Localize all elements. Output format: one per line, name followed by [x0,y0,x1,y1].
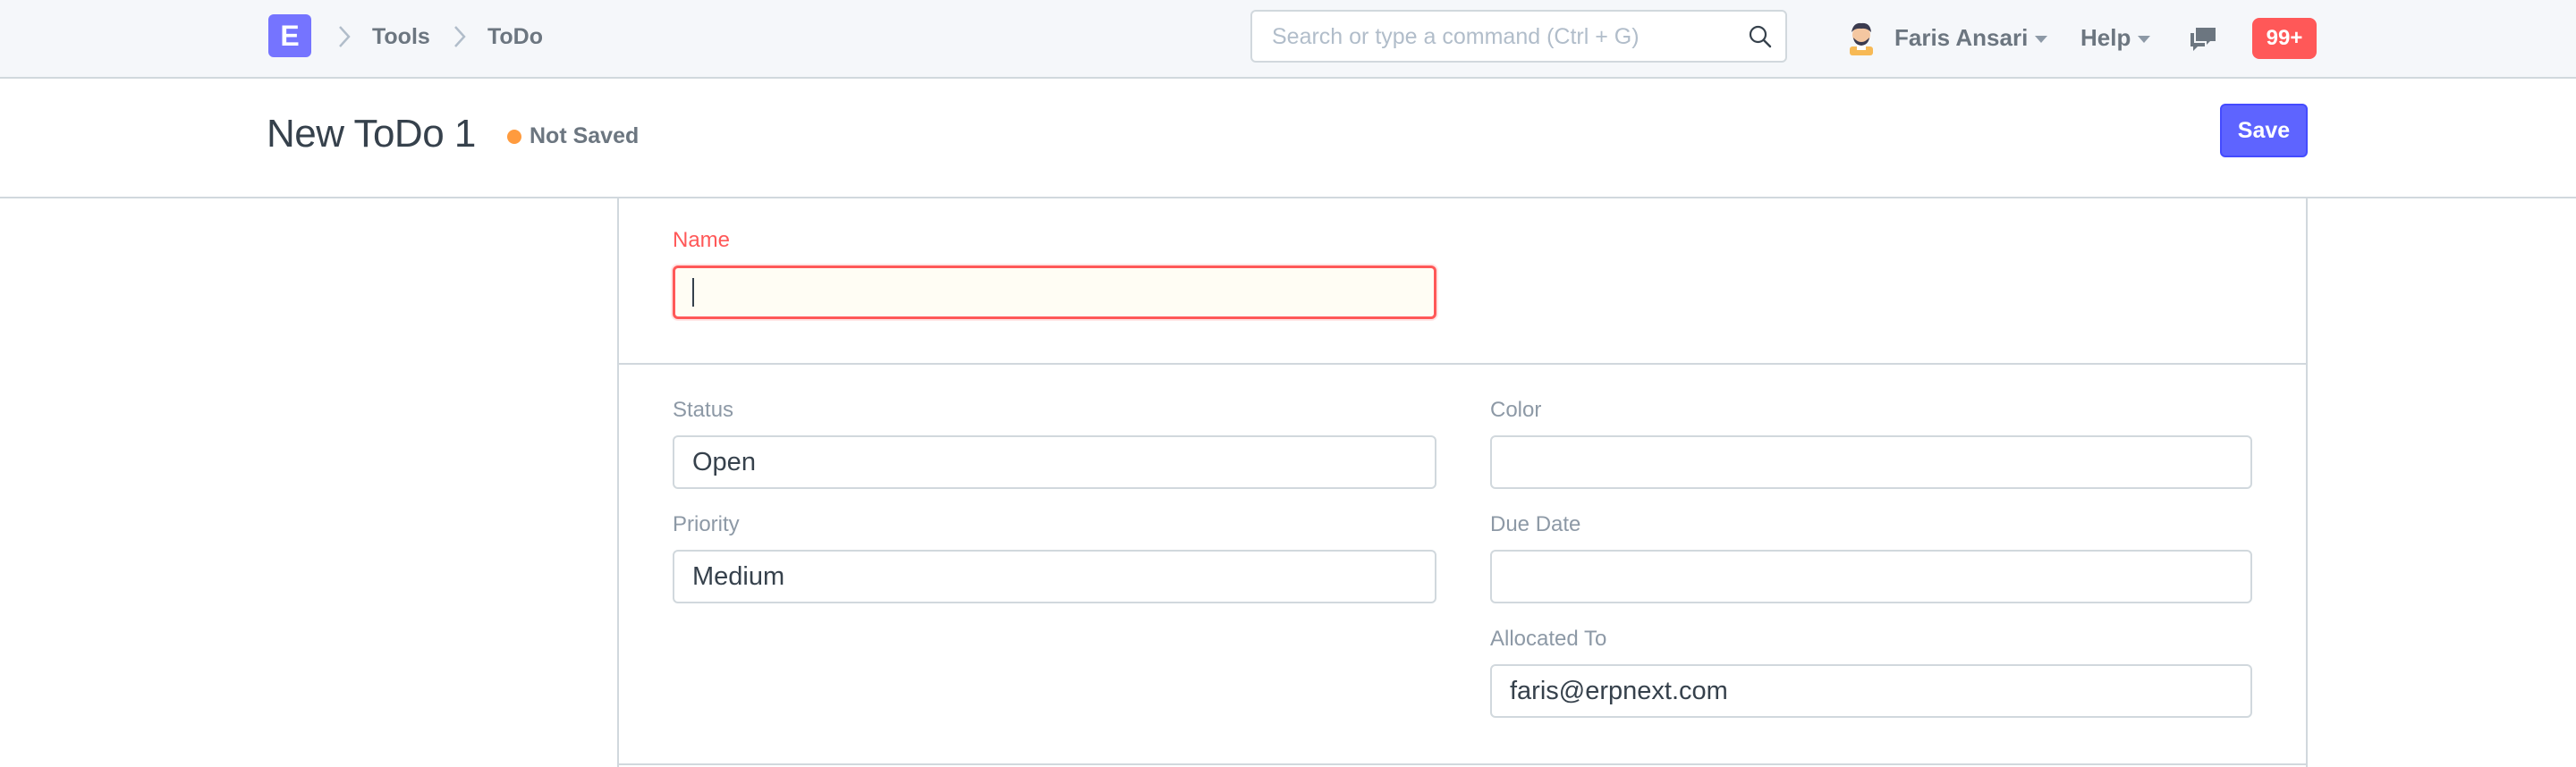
due-date-input[interactable] [1490,550,2252,603]
color-label: Color [1490,398,1542,422]
priority-select[interactable] [673,550,1436,603]
help-menu[interactable]: Help [2080,24,2151,51]
form-layout: Name Status Priority Color Due Date Allo… [617,198,2308,767]
notifications-badge[interactable]: 99+ [2252,18,2317,59]
caret-down-icon [2138,36,2151,44]
page-title: New ToDo 1 [267,112,476,156]
text-cursor [692,278,694,307]
chevron-right-icon [454,26,466,47]
chat-icon[interactable] [2188,26,2218,53]
status-indicator-dot [507,130,521,144]
search-input[interactable] [1270,12,1739,63]
status-indicator: Not Saved [530,123,640,148]
color-input[interactable] [1490,435,2252,489]
name-input[interactable] [673,266,1436,319]
due-date-label: Due Date [1490,512,1581,536]
section-divider [619,763,2306,765]
app-logo[interactable]: E [268,14,311,57]
user-menu[interactable]: Faris Ansari [1894,24,2048,51]
name-label: Name [673,228,731,252]
help-label: Help [2080,24,2131,51]
allocated-to-input[interactable] [1490,664,2252,718]
status-select[interactable] [673,435,1436,489]
chevron-right-icon [339,26,351,47]
save-button[interactable]: Save [2220,104,2308,157]
page-head: New ToDo 1 Not Saved Save [0,79,2576,198]
breadcrumb-todo[interactable]: ToDo [487,23,543,50]
section-divider [619,363,2306,365]
status-label: Status [673,398,734,422]
avatar[interactable] [1843,18,1880,55]
allocated-to-label: Allocated To [1490,627,1607,651]
priority-label: Priority [673,512,740,536]
caret-down-icon [2035,36,2048,44]
breadcrumb-tools[interactable]: Tools [372,23,430,50]
search-box [1250,10,1787,63]
search-icon[interactable] [1748,24,1773,49]
user-name: Faris Ansari [1894,24,2029,51]
navbar: E Tools ToDo Faris Ansari Help 99+ [0,0,2576,79]
